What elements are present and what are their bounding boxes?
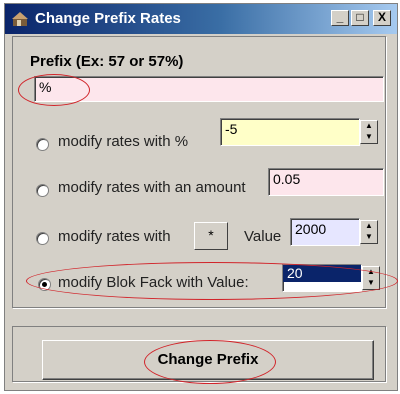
close-button[interactable]: X — [373, 10, 391, 26]
percent-spinner-input[interactable]: -5 — [220, 118, 360, 146]
spin-down-icon[interactable]: ▼ — [361, 232, 377, 243]
minimize-button[interactable]: _ — [331, 10, 349, 26]
amount-input[interactable]: 0.05 — [268, 168, 384, 196]
spin-up-icon[interactable]: ▲ — [361, 121, 377, 132]
maximize-button[interactable]: □ — [351, 10, 369, 26]
prefix-label: Prefix (Ex: 57 or 57%) — [30, 53, 184, 70]
annotation-ellipse-change-prefix — [144, 340, 276, 384]
app-icon — [12, 12, 28, 26]
annotation-ellipse-prefix — [18, 74, 90, 106]
radio-modify-amount[interactable] — [36, 184, 49, 197]
window-title: Change Prefix Rates — [35, 10, 181, 27]
radio-modify-percent[interactable] — [36, 138, 49, 151]
spin-up-icon[interactable]: ▲ — [361, 221, 377, 232]
value-label: Value — [244, 228, 282, 245]
spin-down-icon[interactable]: ▼ — [361, 132, 377, 143]
label-modify-with: modify rates with — [58, 228, 171, 245]
label-modify-percent: modify rates with % — [58, 133, 189, 150]
label-modify-amount: modify rates with an amount — [58, 179, 246, 196]
annotation-ellipse-blok-fack — [26, 262, 398, 300]
radio-modify-with[interactable] — [36, 232, 49, 245]
title-bar[interactable]: Change Prefix Rates _ □ X — [5, 4, 397, 34]
percent-spinner-buttons[interactable]: ▲ ▼ — [360, 120, 378, 144]
operator-button[interactable]: * — [194, 222, 228, 250]
value-spinner-input[interactable]: 2000 — [290, 218, 360, 246]
value-spinner-buttons[interactable]: ▲ ▼ — [360, 220, 378, 244]
